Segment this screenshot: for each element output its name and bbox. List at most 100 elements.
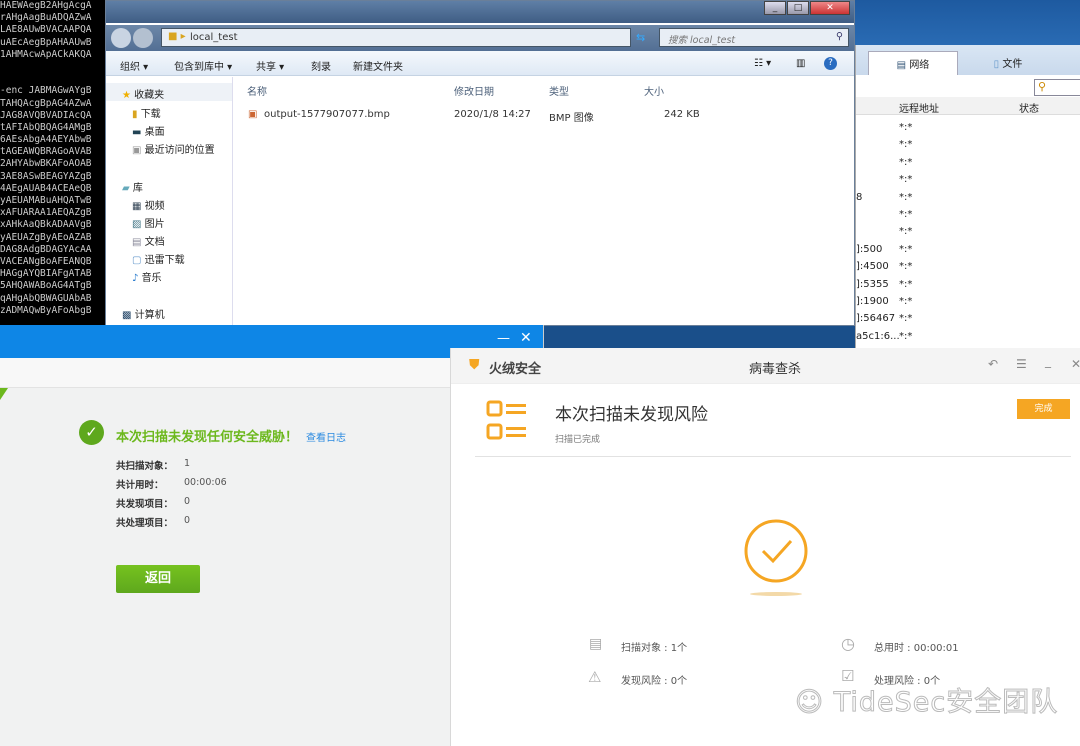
- back-button[interactable]: 返回: [116, 565, 200, 593]
- clock-icon: ◷: [841, 634, 855, 653]
- minimize-button[interactable]: —: [497, 331, 510, 346]
- terminal-line: xAFUARAA1AEQAZgB: [0, 207, 92, 219]
- stat-value: 00:00:06: [184, 477, 227, 488]
- tab-network[interactable]: ▤ 网络: [868, 51, 958, 75]
- bmp-file-icon: ▣: [248, 109, 258, 120]
- preview-pane-icon[interactable]: ▥: [796, 58, 805, 69]
- connection-row[interactable]: *:*: [856, 137, 1080, 154]
- nav-thunder-downloads[interactable]: ▢ 迅雷下载: [132, 251, 185, 266]
- nav-desktop[interactable]: ▬ 桌面: [132, 123, 165, 138]
- close-button[interactable]: ✕: [1071, 357, 1080, 371]
- connection-row[interactable]: ]:1900 *:*: [856, 294, 1080, 311]
- terminal-line: xAHkAaQBkADAAVgB: [0, 219, 92, 231]
- nav-favorites[interactable]: ★ 收藏夹: [122, 86, 164, 101]
- check-circle-icon: ✓: [79, 420, 104, 445]
- search-input[interactable]: 搜索 local_test ⚲: [659, 28, 849, 47]
- scan-stat: 共扫描对象： 1: [116, 458, 316, 472]
- terminal-line: zADMAQwByAFoAbgB: [0, 304, 92, 316]
- warning-icon: ⚠: [588, 668, 602, 686]
- help-icon[interactable]: ?: [824, 57, 837, 70]
- connection-row[interactable]: ]:56467 *:*: [856, 311, 1080, 328]
- stat-scanned: 扫描对象 : 1个: [621, 643, 688, 654]
- divider: [475, 456, 1071, 457]
- terminal-line: 1AHMAcwApACkAKQA: [0, 48, 92, 60]
- nav-computer[interactable]: ▩ 计算机: [122, 306, 165, 321]
- organize-menu[interactable]: 组织 ▾: [120, 58, 148, 73]
- scan-stat: 共计用时： 00:00:06: [116, 477, 316, 491]
- menu-icon[interactable]: ☰: [1016, 357, 1027, 371]
- folder-icon: ▢: [132, 255, 145, 266]
- terminal-line: uAEcAegBpAHAAUwB: [0, 36, 92, 48]
- stat-risks-found: 发现风险 : 0个: [621, 676, 688, 687]
- back-button[interactable]: [111, 28, 131, 48]
- connection-row[interactable]: ]:500 *:*: [856, 242, 1080, 259]
- stat-label: 共计用时：: [116, 480, 164, 491]
- undo-icon[interactable]: ↶: [988, 357, 998, 371]
- connection-row[interactable]: ]:4500 *:*: [856, 259, 1080, 276]
- refresh-icon[interactable]: ⇆: [636, 31, 645, 44]
- new-folder-button[interactable]: 新建文件夹: [353, 58, 403, 73]
- nav-music[interactable]: ♪ 音乐: [132, 269, 162, 284]
- connection-row[interactable]: *:*: [856, 120, 1080, 137]
- nav-documents[interactable]: ▤ 文档: [132, 233, 165, 248]
- remote-address: *:*: [899, 296, 913, 307]
- connection-row[interactable]: *:*: [856, 172, 1080, 189]
- connection-row[interactable]: *:*: [856, 207, 1080, 224]
- column-date[interactable]: 修改日期: [454, 83, 494, 98]
- tab-files[interactable]: ▯ 文件: [968, 51, 1048, 75]
- terminal-line: -enc JABMAGwAYgB: [0, 85, 92, 97]
- search-icon: ⚲: [1038, 80, 1047, 93]
- minimize-button[interactable]: _: [764, 1, 786, 15]
- terminal-line: TAHQAcgBpAG4AZwA: [0, 97, 92, 109]
- nav-pictures[interactable]: ▨ 图片: [132, 215, 165, 230]
- close-button[interactable]: ✕: [520, 330, 532, 346]
- include-in-library-menu[interactable]: 包含到库中 ▾: [174, 58, 232, 73]
- nav-downloads[interactable]: ▮ 下载: [132, 105, 161, 120]
- success-check-icon: [744, 519, 808, 596]
- stat-label: 共扫描对象：: [116, 461, 174, 472]
- scan-result-title: 本次扫描未发现任何安全威胁！: [116, 430, 299, 445]
- column-type[interactable]: 类型: [549, 83, 569, 98]
- column-name[interactable]: 名称: [247, 83, 267, 98]
- stat-label: 共发现项目：: [116, 499, 174, 510]
- terminal-line: JAG8AVQBVADIAcQA: [0, 109, 92, 121]
- close-button[interactable]: ✕: [810, 1, 850, 15]
- remote-address: *:*: [899, 330, 913, 342]
- file-row[interactable]: ▣ output-1577907077.bmp 2020/1/8 14:27 B…: [234, 103, 854, 124]
- remote-address: *:*: [899, 122, 913, 133]
- terminal-line: qAHgAbQBWAGUAbAB: [0, 292, 92, 304]
- view-options-icon[interactable]: ☷ ▾: [754, 58, 771, 69]
- connection-row[interactable]: 8 *:*: [856, 190, 1080, 207]
- brand-name: 火绒安全: [489, 362, 542, 377]
- terminal-line: rAHgAagBuADQAZwA: [0, 12, 92, 24]
- navigation-pane: ★ 收藏夹 ▮ 下载 ▬ 桌面 ▣ 最近访问的位置 ▰ 库 ▦ 视频 ▨ 图片 …: [106, 77, 233, 327]
- stat-value: 0: [184, 496, 191, 507]
- column-remote-address[interactable]: 远程地址: [899, 100, 939, 115]
- forward-button[interactable]: [133, 28, 153, 48]
- nav-libraries[interactable]: ▰ 库: [122, 179, 143, 194]
- connection-row[interactable]: *:*: [856, 155, 1080, 172]
- burn-button[interactable]: 刻录: [311, 58, 331, 73]
- remote-address: *:*: [899, 313, 913, 325]
- terminal-line: 3AE8ASwBEAGYAZgB: [0, 170, 92, 182]
- minimize-button[interactable]: _: [1045, 354, 1051, 368]
- connection-row[interactable]: *:*: [856, 224, 1080, 241]
- remote-address: *:*: [899, 156, 913, 168]
- connection-row[interactable]: a5c1:6... *:*: [856, 329, 1080, 346]
- scan-list-icon: [486, 400, 526, 440]
- search-input[interactable]: ⚲: [1034, 79, 1080, 96]
- view-log-link[interactable]: 查看日志: [306, 429, 346, 444]
- remote-address: *:*: [899, 209, 913, 220]
- share-menu[interactable]: 共享 ▾: [256, 58, 284, 73]
- nav-recent[interactable]: ▣ 最近访问的位置: [132, 141, 215, 156]
- nav-videos[interactable]: ▦ 视频: [132, 197, 165, 212]
- connection-row[interactable]: ]:5355 *:*: [856, 277, 1080, 294]
- maximize-button[interactable]: □: [787, 1, 809, 15]
- column-size[interactable]: 大小: [644, 83, 664, 98]
- done-button[interactable]: 完成: [1017, 399, 1070, 419]
- column-status[interactable]: 状态: [1019, 100, 1039, 115]
- scan-status: 扫描已完成: [555, 435, 601, 445]
- window-titlebar: [855, 0, 1080, 48]
- address-bar[interactable]: ■ ▸ local_test: [161, 28, 631, 47]
